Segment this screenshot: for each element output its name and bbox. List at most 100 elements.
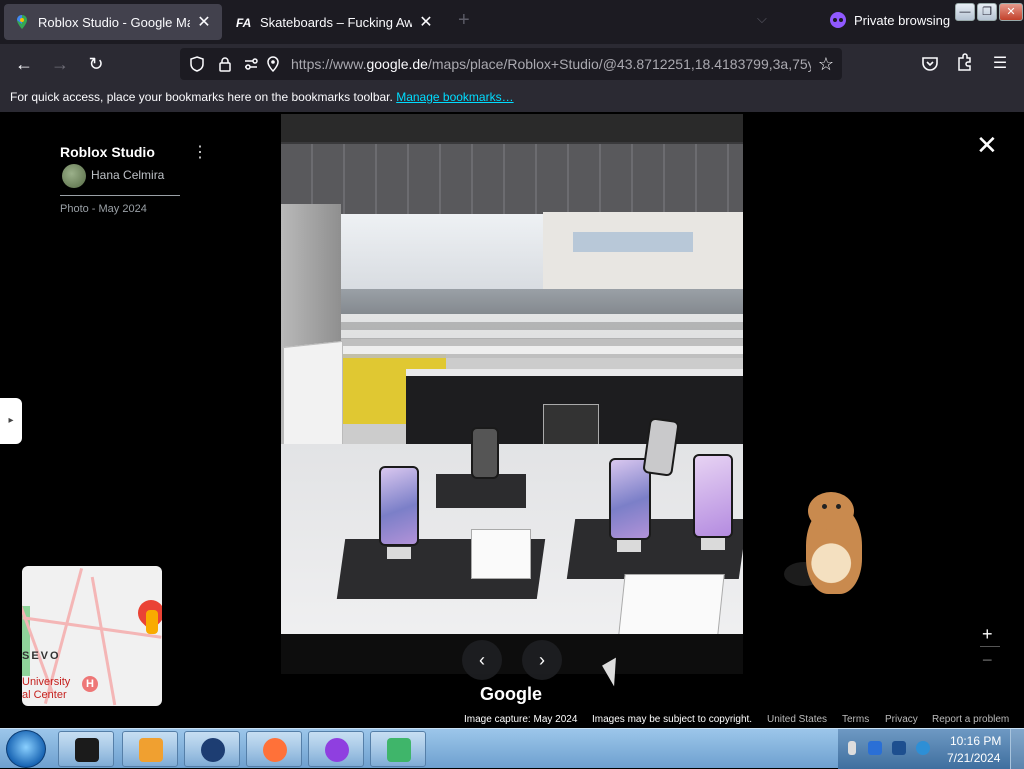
author-name[interactable]: Hana Celmira [91,168,164,182]
tracking-shield-icon[interactable] [188,55,206,73]
url-text[interactable]: https://www.google.de/maps/place/Roblox+… [291,56,811,72]
photo-date: Photo - May 2024 [60,203,147,215]
private-browsing-label: Private browsing [854,12,951,28]
firefox-app-icon [263,738,287,762]
more-options-icon[interactable]: ⋮ [192,142,208,162]
show-desktop-button[interactable] [1010,729,1024,769]
private-mask-icon [830,12,846,28]
photo-floor [281,634,743,674]
url-path: /maps/place/Roblox+Studio/@43.8712251,18… [427,56,811,72]
place-title[interactable]: Roblox Studio [60,144,155,160]
fa-logo-icon: FA [236,16,251,30]
svg-text:FA: FA [236,16,251,30]
close-window-button[interactable]: ✕ [999,3,1023,21]
restore-button[interactable]: ❐ [977,3,997,21]
photo-ceiling [281,114,743,144]
photo-phone [693,454,733,538]
tray-expand-icon[interactable] [848,741,856,755]
monitor-app-icon [75,738,99,762]
google-maps-pin-icon [17,15,27,29]
previous-photo-button[interactable]: ‹ [462,640,502,680]
tab-title: Skateboards – Fucking Awesome [260,14,412,30]
permissions-icon[interactable] [242,55,260,73]
street-view-photo[interactable] [281,114,743,674]
zoom-out-button[interactable]: − [982,650,993,671]
clock-time[interactable]: 10:16 PM [950,734,1001,748]
zoom-divider [980,646,1000,647]
new-tab-button[interactable]: + [458,9,470,32]
bookmark-star-icon[interactable]: ☆ [818,54,834,75]
globe-app-icon [201,738,225,762]
tab-skateboards[interactable]: FA Skateboards – Fucking Awesome ✕ [226,4,444,40]
zoom-in-button[interactable]: + [982,624,993,645]
pocket-icon[interactable] [918,52,942,76]
private-browsing-app[interactable] [308,731,364,767]
reload-button[interactable]: ↻ [84,52,108,76]
close-tab-icon[interactable]: ✕ [196,12,212,32]
globe-app[interactable] [184,731,240,767]
tray-network-icon[interactable] [892,741,906,755]
close-tab-icon[interactable]: ✕ [418,12,434,32]
media-player-app[interactable] [122,731,178,767]
media-player-app-icon [139,738,163,762]
hamster-sticker [784,492,864,596]
pegman-icon[interactable] [146,610,158,634]
url-bar[interactable]: https://www.google.de/maps/place/Roblox+… [180,48,842,80]
tray-shield-icon[interactable] [868,741,882,755]
sync-app[interactable] [370,731,426,767]
google-logo: Google [480,684,542,704]
image-capture-date: Image capture: May 2024 [464,714,578,725]
clock-date[interactable]: 7/21/2024 [947,751,1000,765]
extensions-icon[interactable] [952,52,976,76]
photo-awning [281,144,743,214]
photo-phone-stand [387,547,411,559]
private-browsing-indicator: Private browsing [830,12,950,28]
private-browsing-app-icon [325,738,349,762]
tab-title: Roblox Studio - Google Maps [38,14,190,30]
minimap-poi-label: University al Center [22,676,71,701]
tab-bar: Roblox Studio - Google Maps ✕ FA Skatebo… [0,0,1024,44]
minimap-area-label: SEVO [22,650,61,662]
manage-bookmarks-link[interactable]: Manage bookmarks… [396,90,513,104]
report-problem-link[interactable]: Report a problem [932,714,1009,725]
tray-volume-icon[interactable] [916,741,930,755]
hospital-icon: H [82,676,98,692]
navigation-toolbar: ← → ↻ https://www.google.de/maps/place/R… [0,44,1024,84]
minimize-button[interactable]: — [955,3,975,21]
url-domain: google.de [366,56,428,72]
privacy-link[interactable]: Privacy [885,714,918,725]
tab-list-button[interactable]: ⌵ [757,11,767,27]
windows-taskbar: 10:16 PM 7/21/2024 [0,728,1024,769]
photo-table-pad [436,474,526,508]
sync-app-icon [387,738,411,762]
location-icon[interactable] [264,55,282,73]
firefox-app[interactable] [246,731,302,767]
photo-price-card [471,529,531,579]
menu-hamburger-icon[interactable]: ☰ [988,52,1012,76]
forward-button[interactable]: → [48,52,72,76]
photo-phone [471,427,499,479]
start-button[interactable] [6,730,46,768]
author-avatar[interactable] [62,164,86,188]
bookmarks-message: For quick access, place your bookmarks h… [10,90,393,104]
side-panel-toggle-button[interactable]: ▸ [0,398,22,444]
lock-icon[interactable] [216,55,234,73]
url-prefix: https://www. [291,56,367,72]
photo-phone-stand [701,538,725,550]
divider [60,195,180,196]
next-photo-button[interactable]: › [522,640,562,680]
terms-link[interactable]: Terms [842,714,869,725]
hamster-head [808,492,854,530]
hamster-eye [822,504,827,509]
close-icon[interactable]: ✕ [976,132,998,158]
copyright-notice: Images may be subject to copyright. [592,714,753,725]
hamster-eye [836,504,841,509]
country-link[interactable]: United States [767,714,827,725]
photo-railing [321,314,743,358]
tab-roblox-studio-maps[interactable]: Roblox Studio - Google Maps ✕ [4,4,222,40]
back-button[interactable]: ← [12,52,36,76]
maps-footer: Image capture: May 2024 Images may be su… [0,714,1024,728]
photo-phone-stand [617,540,641,552]
monitor-app[interactable] [58,731,114,767]
minimap[interactable]: SEVO H University al Center [22,566,162,706]
